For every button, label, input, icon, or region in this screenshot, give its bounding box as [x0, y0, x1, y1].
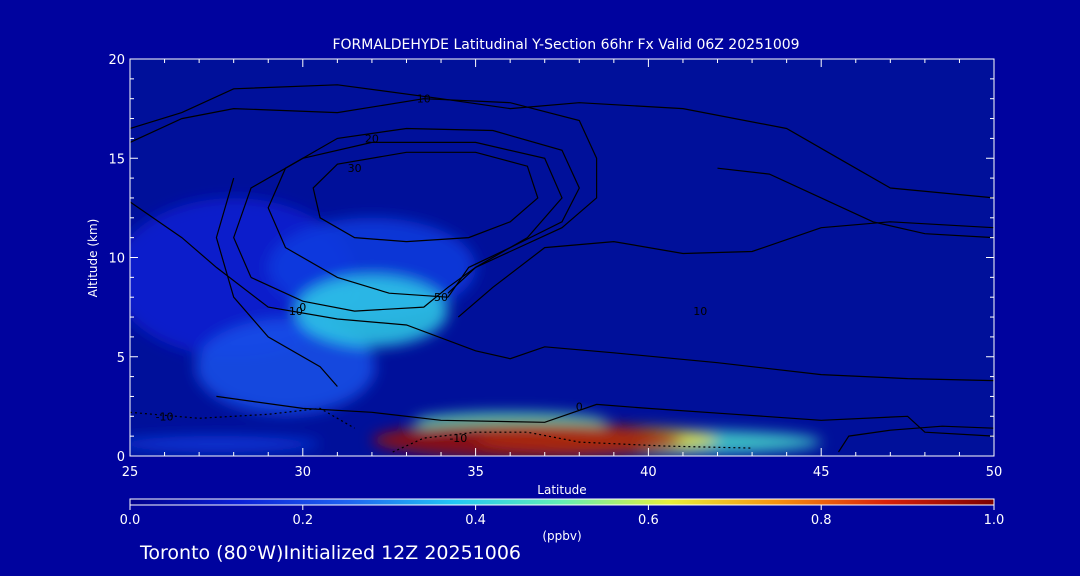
x-tick-label: 40	[640, 465, 657, 480]
y-tick-label: 10	[108, 252, 125, 267]
colorbar-ticks: 0.0 0.2 0.4 0.6 0.8 1.0	[120, 505, 1005, 528]
x-tick-label: 35	[467, 465, 484, 480]
concentration-blob-5	[295, 275, 448, 347]
x-tick-label: 50	[986, 465, 1003, 480]
colorbar-tick-label: 0.8	[811, 513, 832, 528]
colorbar-tick-label: 1.0	[984, 513, 1005, 528]
colorbar-tick-label: 0.0	[120, 513, 141, 528]
contour-label: 50	[434, 291, 448, 304]
colorbar-gradient	[129, 498, 995, 506]
colorbar-tick-label: 0.4	[465, 513, 486, 528]
x-tick-label: 25	[122, 465, 139, 480]
y-axis-label: Altitude (km)	[86, 219, 100, 298]
x-axis-label: Latitude	[537, 483, 586, 497]
chart-title: FORMALDEHYDE Latitudinal Y-Section 66hr …	[332, 37, 799, 53]
y-tick-label: 0	[117, 450, 125, 465]
chart-figure: FORMALDEHYDE Latitudinal Y-Section 66hr …	[86, 37, 1005, 543]
contour-label: -10	[449, 432, 467, 445]
contour-label: 0	[576, 400, 583, 413]
contour-label: 10	[289, 305, 303, 318]
contour-label: 30	[348, 162, 362, 175]
y-tick-label: 20	[108, 53, 125, 68]
colorbar-unit-label: (ppbv)	[542, 529, 581, 543]
x-tick-label: 45	[813, 465, 830, 480]
contour-label: 10	[417, 93, 431, 106]
colorbar: 0.0 0.2 0.4 0.6 0.8 1.0 (ppbv)	[120, 498, 1005, 543]
concentration-blob-9	[371, 422, 683, 456]
colorbar-tick-label: 0.2	[292, 513, 313, 528]
y-tick-label: 5	[117, 351, 125, 366]
contour-label: 10	[693, 305, 707, 318]
contour-label: -10	[156, 410, 174, 423]
concentration-blob-3	[130, 436, 321, 453]
y-tick-label: 15	[108, 152, 125, 167]
plot-area: -10-100010 1010203050	[129, 58, 995, 457]
colorbar-tick-label: 0.6	[638, 513, 659, 528]
x-tick-label: 30	[295, 465, 312, 480]
run-info-footer: Toronto (80°W)Initialized 12Z 20251006	[140, 542, 522, 564]
